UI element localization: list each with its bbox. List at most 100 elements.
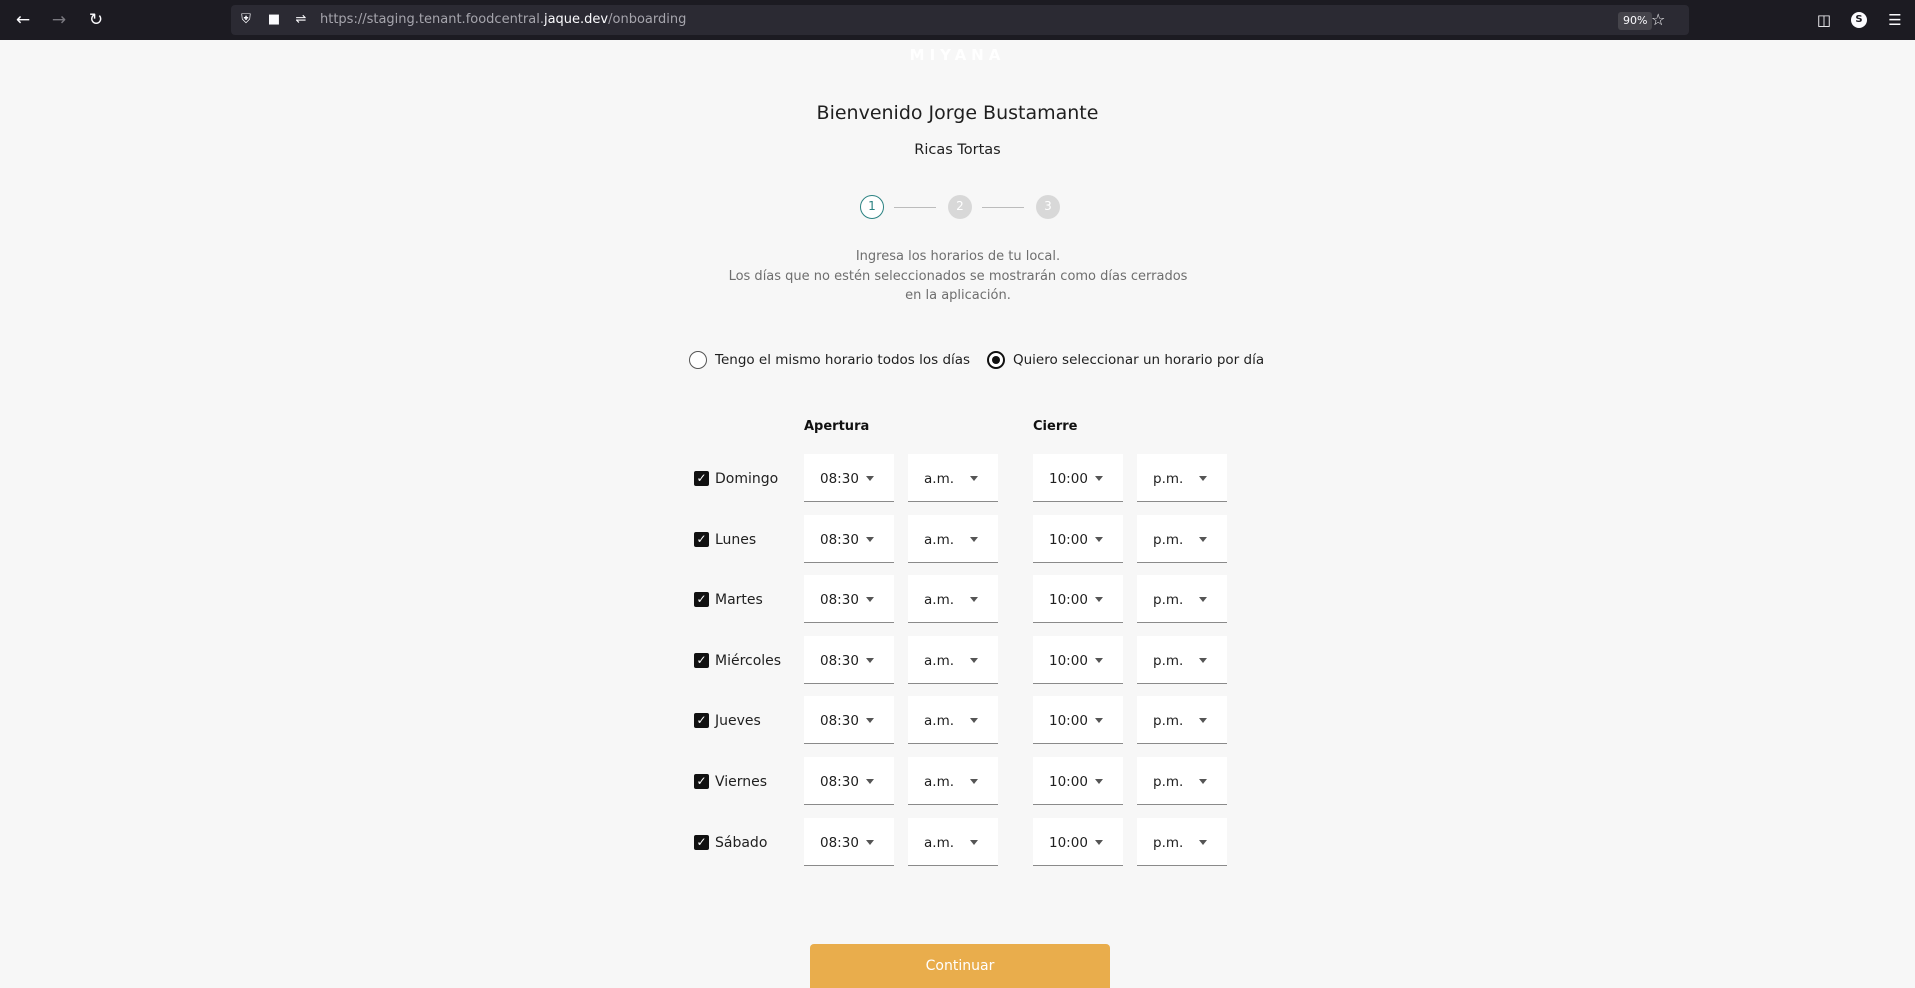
opening-period-select[interactable]: a.m. (908, 454, 998, 502)
day-label: Miércoles (715, 653, 782, 669)
lock-icon[interactable]: ■ (265, 11, 283, 29)
select-value: 10:00 (1049, 653, 1088, 669)
select-value: a.m. (924, 532, 955, 548)
opening-time-select[interactable]: 08:30 (804, 757, 894, 805)
day-checkbox[interactable]: ✓ (694, 653, 709, 668)
opening-period-select[interactable]: a.m. (908, 575, 998, 623)
select-value: p.m. (1153, 713, 1184, 729)
opening-period-select[interactable]: a.m. (908, 636, 998, 684)
closing-period-select[interactable]: p.m. (1137, 757, 1227, 805)
caret-down-icon (970, 537, 978, 542)
opening-period-select[interactable]: a.m. (908, 515, 998, 563)
opening-time-select[interactable]: 08:30 (804, 636, 894, 684)
day-checkbox[interactable]: ✓ (694, 471, 709, 486)
caret-down-icon (866, 476, 874, 481)
back-icon[interactable]: ← (11, 8, 35, 32)
opening-time-select[interactable]: 08:30 (804, 696, 894, 744)
radio-per-day-schedule[interactable]: Quiero seleccionar un horario por día (987, 349, 1264, 371)
instructions-line: Los días que no estén seleccionados se m… (728, 268, 1188, 304)
opening-time-select[interactable]: 08:30 (804, 454, 894, 502)
closing-period-select[interactable]: p.m. (1137, 454, 1227, 502)
pocket-icon[interactable]: ◫ (1813, 9, 1835, 31)
brand-logo: MIYANA (909, 46, 1006, 64)
opening-period-select[interactable]: a.m. (908, 696, 998, 744)
opening-period-select[interactable]: a.m. (908, 818, 998, 866)
page-title: Bienvenido Jorge Bustamante (816, 102, 1099, 124)
closing-column-header: Cierre (1033, 419, 1078, 434)
day-checkbox[interactable]: ✓ (694, 835, 709, 850)
day-row: ✓ Domingo 08:30 a.m. 10:00 p.m. (690, 454, 1230, 502)
caret-down-icon (1199, 597, 1207, 602)
opening-period-select[interactable]: a.m. (908, 757, 998, 805)
forward-icon[interactable]: → (47, 8, 71, 32)
day-checkbox[interactable]: ✓ (694, 774, 709, 789)
onboarding-stepper: 1 2 3 (860, 195, 1060, 219)
closing-period-select[interactable]: p.m. (1137, 515, 1227, 563)
account-avatar[interactable]: S (1851, 12, 1867, 28)
reload-icon[interactable]: ↻ (84, 8, 108, 32)
instructions-text: Ingresa los horarios de tu local. Los dí… (727, 247, 1189, 306)
day-checkbox[interactable]: ✓ (694, 532, 709, 547)
day-label: Sábado (715, 835, 768, 851)
caret-down-icon (1095, 658, 1103, 663)
radio-unchecked-icon[interactable] (689, 351, 707, 369)
opening-time-select[interactable]: 08:30 (804, 515, 894, 563)
day-label: Martes (715, 592, 763, 608)
address-bar[interactable]: ⛨ ■ ⇌ https://staging.tenant.foodcentral… (231, 5, 1689, 35)
radio-same-schedule[interactable]: Tengo el mismo horario todos los días (689, 349, 970, 371)
select-value: 10:00 (1049, 713, 1088, 729)
closing-time-select[interactable]: 10:00 (1033, 757, 1123, 805)
select-value: a.m. (924, 713, 955, 729)
zoom-badge[interactable]: 90% (1618, 12, 1653, 30)
caret-down-icon (1095, 840, 1103, 845)
select-value: 08:30 (820, 532, 859, 548)
caret-down-icon (970, 476, 978, 481)
closing-period-select[interactable]: p.m. (1137, 696, 1227, 744)
caret-down-icon (866, 840, 874, 845)
closing-time-select[interactable]: 10:00 (1033, 515, 1123, 563)
select-value: 10:00 (1049, 592, 1088, 608)
select-value: a.m. (924, 471, 955, 487)
closing-period-select[interactable]: p.m. (1137, 575, 1227, 623)
day-checkbox[interactable]: ✓ (694, 592, 709, 607)
permissions-icon[interactable]: ⇌ (292, 11, 310, 29)
bookmark-star-icon[interactable]: ☆ (1651, 10, 1665, 30)
menu-icon[interactable]: ☰ (1884, 9, 1906, 31)
shield-icon[interactable]: ⛨ (237, 11, 255, 29)
select-value: 08:30 (820, 471, 859, 487)
select-value: 10:00 (1049, 532, 1088, 548)
closing-time-select[interactable]: 10:00 (1033, 818, 1123, 866)
select-value: 08:30 (820, 774, 859, 790)
closing-time-select[interactable]: 10:00 (1033, 636, 1123, 684)
step-connector (894, 207, 936, 208)
closing-time-select[interactable]: 10:00 (1033, 696, 1123, 744)
instructions-line: Ingresa los horarios de tu local. (855, 249, 1061, 264)
day-checkbox[interactable]: ✓ (694, 713, 709, 728)
caret-down-icon (866, 718, 874, 723)
select-value: a.m. (924, 653, 955, 669)
caret-down-icon (1199, 476, 1207, 481)
select-value: p.m. (1153, 471, 1184, 487)
select-value: 10:00 (1049, 835, 1088, 851)
closing-time-select[interactable]: 10:00 (1033, 454, 1123, 502)
closing-period-select[interactable]: p.m. (1137, 818, 1227, 866)
radio-checked-icon[interactable] (987, 351, 1005, 369)
closing-time-select[interactable]: 10:00 (1033, 575, 1123, 623)
caret-down-icon (970, 597, 978, 602)
caret-down-icon (1095, 537, 1103, 542)
step-2: 2 (948, 195, 972, 219)
continue-button[interactable]: Continuar (810, 944, 1110, 988)
day-row: ✓ Martes 08:30 a.m. 10:00 p.m. (690, 575, 1230, 623)
url-text[interactable]: https://staging.tenant.foodcentral.jaque… (320, 11, 686, 29)
caret-down-icon (1095, 779, 1103, 784)
opening-time-select[interactable]: 08:30 (804, 575, 894, 623)
day-row: ✓ Sábado 08:30 a.m. 10:00 p.m. (690, 818, 1230, 866)
closing-period-select[interactable]: p.m. (1137, 636, 1227, 684)
select-value: 08:30 (820, 592, 859, 608)
opening-time-select[interactable]: 08:30 (804, 818, 894, 866)
browser-toolbar: ← → ↻ ⛨ ■ ⇌ https://staging.tenant.foodc… (0, 0, 1915, 40)
caret-down-icon (1199, 658, 1207, 663)
select-value: p.m. (1153, 653, 1184, 669)
day-row: ✓ Lunes 08:30 a.m. 10:00 p.m. (690, 515, 1230, 563)
day-label: Lunes (715, 532, 757, 548)
